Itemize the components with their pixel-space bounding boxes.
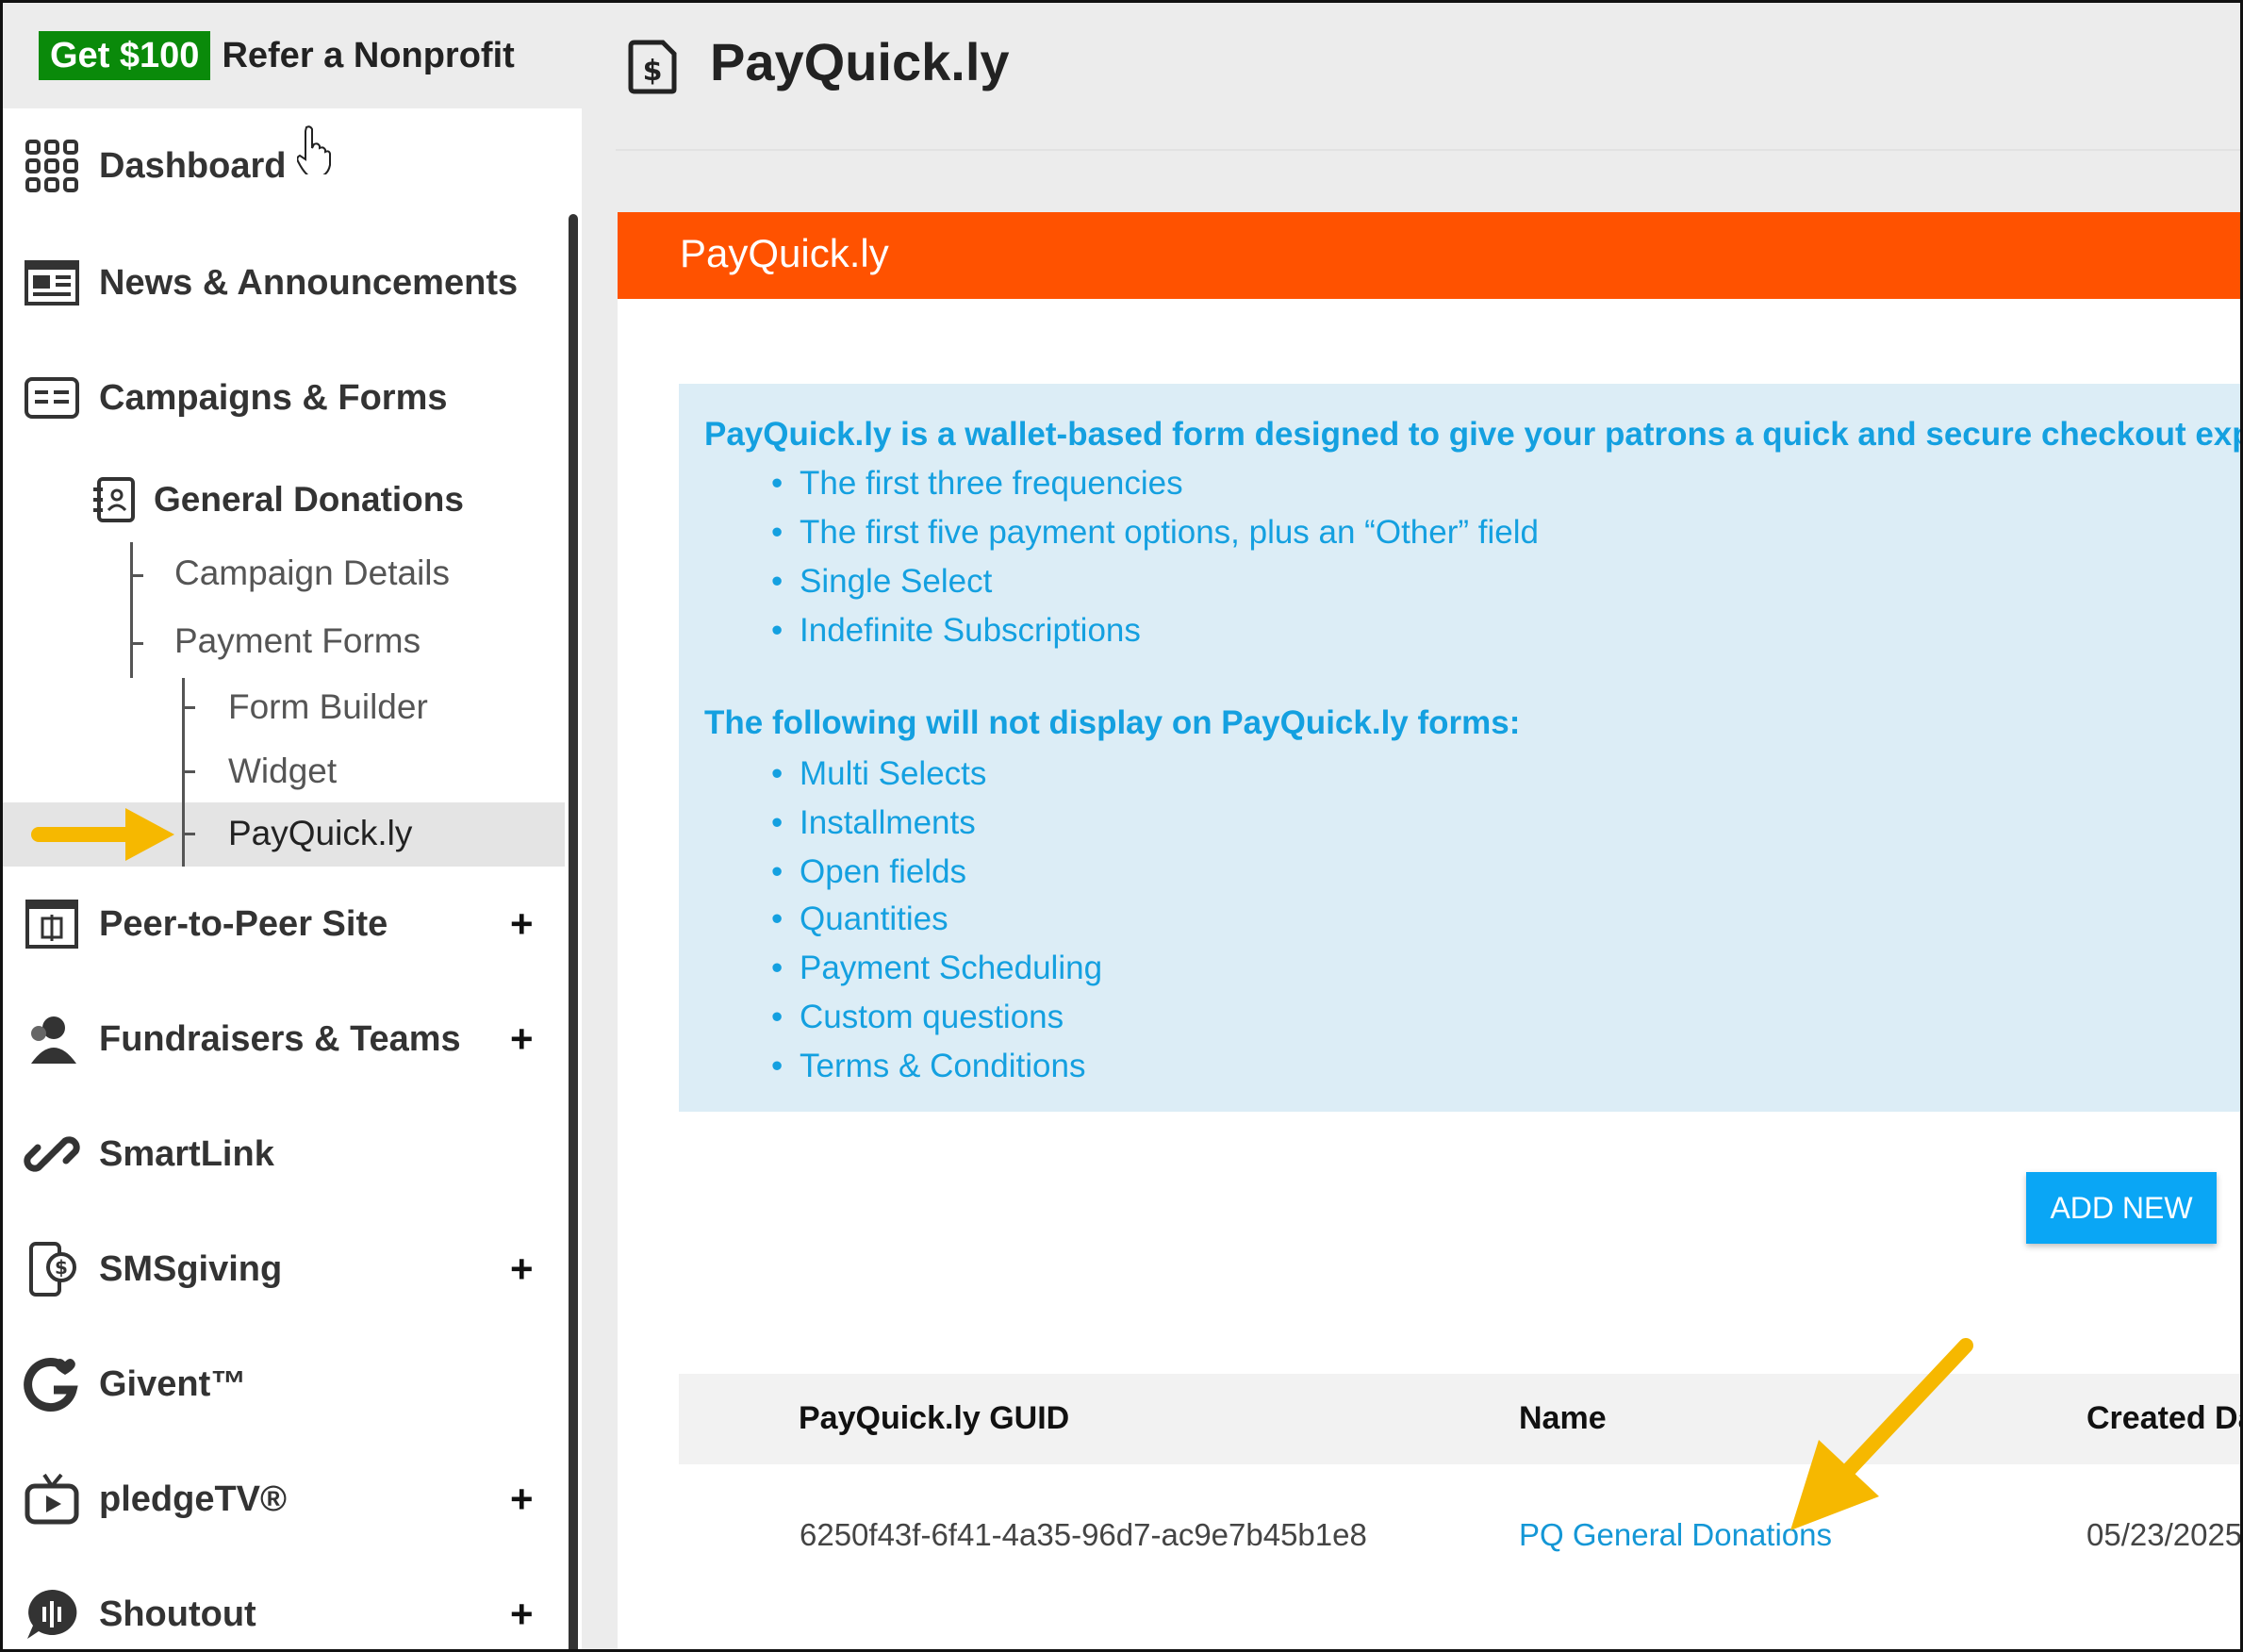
sidebar-item-label: pledgeTV® xyxy=(99,1479,288,1519)
chat-icon xyxy=(27,1589,77,1639)
promo-badge: Get $100 xyxy=(39,31,211,80)
tree-tick xyxy=(130,642,143,645)
tree-tick xyxy=(130,574,143,577)
sidebar-scrollbar[interactable] xyxy=(569,214,578,1649)
content-panel: PayQuick.ly PayQuick.ly is a wallet-base… xyxy=(618,212,2243,1649)
sidebar-campaign-general-donations[interactable]: General Donations xyxy=(3,467,565,542)
sidebar-item-payment-forms[interactable]: Payment Forms xyxy=(174,621,421,661)
info-list-item: Custom questions xyxy=(771,999,1064,1036)
sidebar-item-widget[interactable]: Widget xyxy=(228,752,337,791)
info-list-item: Single Select xyxy=(771,563,992,601)
givent-icon xyxy=(24,1358,78,1412)
sidebar-item-peer-to-peer[interactable]: Peer-to-Peer Site + xyxy=(3,882,565,966)
info-list-item: The first three frequencies xyxy=(771,465,1183,503)
grid-icon xyxy=(25,140,78,192)
info-list-item: Open fields xyxy=(771,853,966,891)
column-header-guid[interactable]: PayQuick.ly GUID xyxy=(799,1400,1069,1437)
expand-icon[interactable]: + xyxy=(510,1477,534,1522)
sidebar-item-news[interactable]: News & Announcements xyxy=(3,240,565,325)
sidebar-item-label: Shoutout xyxy=(99,1594,256,1634)
table-cell-guid: 6250f43f-6f41-4a35-96d7-ac9e7b45b1e8 xyxy=(800,1517,1367,1552)
info-list-item: Indefinite Subscriptions xyxy=(771,612,1141,650)
info-list-item: Quantities xyxy=(771,900,948,938)
sidebar-item-label: Campaigns & Forms xyxy=(99,377,448,418)
newspaper-icon xyxy=(25,260,79,306)
tree-tick xyxy=(182,770,195,773)
column-header-name[interactable]: Name xyxy=(1519,1400,1607,1437)
svg-text:$: $ xyxy=(643,55,663,88)
expand-icon[interactable]: + xyxy=(510,1016,534,1062)
sidebar-item-fundraisers[interactable]: Fundraisers & Teams + xyxy=(3,997,565,1082)
pointer-cursor-icon xyxy=(297,125,331,174)
sidebar-item-label: News & Announcements xyxy=(99,262,519,303)
page-header: $ PayQuick.ly xyxy=(582,3,2240,144)
people-icon xyxy=(31,1016,76,1064)
sidebar-item-campaign-details[interactable]: Campaign Details xyxy=(174,553,450,593)
sidebar-item-pledgetv[interactable]: pledgeTV® + xyxy=(3,1457,565,1542)
promo-text: Refer a Nonprofit xyxy=(222,35,515,75)
info-list-item: Multi Selects xyxy=(771,755,986,793)
dollar-document-icon: $ xyxy=(628,40,677,94)
column-header-created-date[interactable]: Created Date xyxy=(2086,1400,2240,1437)
referral-promo[interactable]: Get $100 Refer a Nonprofit xyxy=(3,3,582,108)
address-book-icon xyxy=(93,477,135,522)
expand-icon[interactable]: + xyxy=(510,901,534,947)
annotation-arrow-icon xyxy=(1790,1338,1973,1530)
table-cell-created-date: 05/23/2025 xyxy=(2086,1517,2243,1552)
tree-line xyxy=(130,542,133,678)
panel-title: PayQuick.ly xyxy=(680,231,889,275)
info-heading: PayQuick.ly is a wallet-based form desig… xyxy=(704,416,2243,453)
info-heading: The following will not display on PayQui… xyxy=(704,704,1521,741)
sidebar-item-dashboard[interactable]: Dashboard xyxy=(3,124,565,208)
sidebar-item-payquickly[interactable]: PayQuick.ly xyxy=(228,814,412,853)
main-area: $ PayQuick.ly PayQuick.ly PayQuick.ly is… xyxy=(582,3,2243,1649)
sidebar-item-shoutout[interactable]: Shoutout + xyxy=(3,1572,565,1649)
sidebar-item-label: Fundraisers & Teams xyxy=(99,1018,461,1059)
sidebar-item-form-builder[interactable]: Form Builder xyxy=(228,687,428,727)
sidebar-item-campaigns[interactable]: Campaigns & Forms xyxy=(3,355,565,440)
header-divider xyxy=(616,149,2240,151)
sidebar-item-smartlink[interactable]: SmartLink xyxy=(3,1112,565,1197)
page-title: PayQuick.ly xyxy=(710,32,1010,91)
tv-icon xyxy=(25,1473,79,1525)
app-window: Get $100 Refer a Nonprofit Dashboard New… xyxy=(0,0,2243,1652)
svg-text:$: $ xyxy=(55,1256,68,1279)
frame-icon xyxy=(25,900,78,949)
expand-icon[interactable]: + xyxy=(510,1247,534,1292)
link-icon xyxy=(24,1136,80,1172)
info-list-item: Terms & Conditions xyxy=(771,1048,1085,1085)
sidebar-item-label: General Donations xyxy=(154,480,464,519)
add-new-button[interactable]: ADD NEW xyxy=(2026,1172,2217,1244)
sidebar-item-givent[interactable]: Givent™ xyxy=(3,1342,565,1427)
expand-icon[interactable]: + xyxy=(510,1592,534,1637)
phone-dollar-icon: $ xyxy=(29,1242,76,1297)
info-list-item: Installments xyxy=(771,804,976,842)
sidebar-item-label: Givent™ xyxy=(99,1363,247,1404)
sidebar-item-label: Peer-to-Peer Site xyxy=(99,903,388,944)
annotation-arrow-icon xyxy=(31,808,174,861)
table-header: PayQuick.ly GUID Name Created Date xyxy=(679,1374,2240,1464)
tree-tick xyxy=(182,706,195,709)
panel-header: PayQuick.ly xyxy=(618,212,2240,299)
tree-tick xyxy=(182,833,195,835)
sidebar-item-smsgiving[interactable]: $ SMSgiving + xyxy=(3,1227,565,1312)
sidebar: Get $100 Refer a Nonprofit Dashboard New… xyxy=(3,3,582,1649)
id-card-icon xyxy=(25,377,79,419)
info-box: PayQuick.ly is a wallet-based form desig… xyxy=(679,384,2243,1112)
info-list-item: Payment Scheduling xyxy=(771,950,1102,987)
sidebar-item-label: SmartLink xyxy=(99,1133,274,1174)
info-list-item: The first five payment options, plus an … xyxy=(771,514,1539,552)
sidebar-item-label: Dashboard xyxy=(99,145,287,186)
sidebar-item-label: SMSgiving xyxy=(99,1248,283,1289)
